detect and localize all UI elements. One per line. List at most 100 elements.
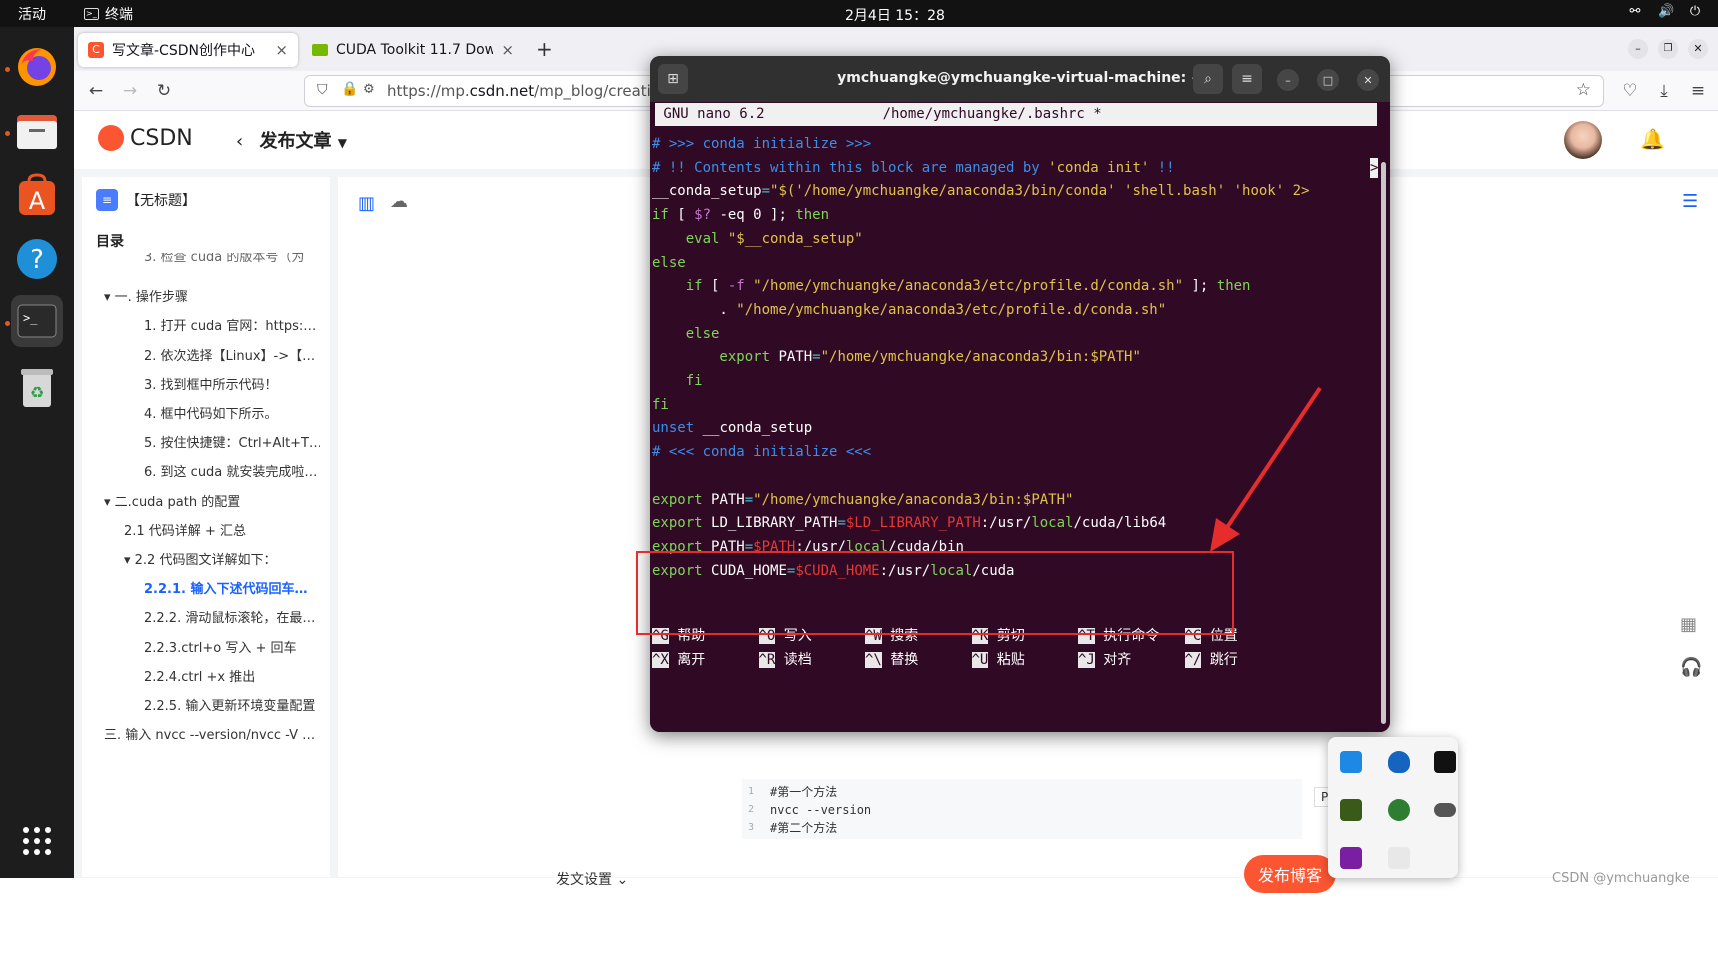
tab-close-icon[interactable]: × xyxy=(275,41,288,59)
window-close-icon[interactable]: ✕ xyxy=(1688,39,1708,59)
reload-icon[interactable]: ↻ xyxy=(152,79,176,103)
tab-cuda[interactable]: CUDA Toolkit 11.7 Downl × xyxy=(302,33,524,67)
publish-settings[interactable]: 发文设置 ⌄ xyxy=(556,869,628,889)
clock[interactable]: 2月4日 15：28 xyxy=(845,5,945,25)
toc-item[interactable]: 2.1 代码详解 + 汇总 xyxy=(124,520,320,539)
bell-icon[interactable]: 🔔 xyxy=(1640,127,1665,151)
window-maximize-icon[interactable]: ❐ xyxy=(1658,39,1678,59)
publish-button[interactable]: 发布博客 xyxy=(1244,855,1336,893)
headset-icon[interactable]: 🎧 xyxy=(1680,657,1702,678)
code-line: unset __conda_setup xyxy=(652,420,813,437)
shield-icon[interactable]: ⛉ xyxy=(317,82,328,98)
code-line: # !! Contents within this block are mana… xyxy=(652,159,1175,176)
code-line: fi xyxy=(652,373,703,389)
toc-item[interactable]: 2.2.3.ctrl+o 写入 + 回车 xyxy=(144,637,320,656)
maximize-icon[interactable]: □ xyxy=(1317,69,1339,91)
code-line: export PATH="/home/ymchuangke/anaconda3/… xyxy=(652,349,1141,366)
svg-text:A: A xyxy=(29,187,46,215)
permissions-icon[interactable]: ⚙ xyxy=(363,82,375,97)
page-title-area[interactable]: ‹ 发布文章 ▼ xyxy=(236,127,347,153)
nano-shortcut: ^J 对齐 xyxy=(1078,652,1132,668)
bitwarden-shield-icon[interactable] xyxy=(1388,751,1410,773)
nvidia-icon[interactable] xyxy=(1340,799,1362,821)
toc-item[interactable]: ▾ 二.cuda path 的配置 xyxy=(104,491,320,510)
app-name: 终端 xyxy=(105,7,133,23)
nano-header: GNU nano 6.2 /home/ymchuangke/.bashrc * xyxy=(655,103,1377,126)
close-icon[interactable]: ✕ xyxy=(1357,69,1379,91)
window-minimize-icon[interactable]: – xyxy=(1628,39,1648,59)
code-line: if [ $? -eq 0 ]; then xyxy=(652,207,830,224)
toc-item[interactable]: 2. 依次选择【Linux】->【… xyxy=(144,345,320,364)
pocket-icon[interactable]: ♡ xyxy=(1618,79,1642,103)
globe-icon[interactable] xyxy=(1388,799,1410,821)
tab-csdn[interactable]: C 写文章-CSDN创作中心 × xyxy=(78,33,298,67)
show-apps-icon[interactable] xyxy=(11,815,63,867)
back-chevron-icon[interactable]: ‹ xyxy=(236,131,243,152)
toc-item[interactable]: ▾ 2.2 代码图文详解如下： xyxy=(124,549,320,568)
doc-title-text: 【无标题】 xyxy=(126,193,196,209)
code-line: fi xyxy=(652,396,669,413)
doc-title[interactable]: ≡ 【无标题】 xyxy=(96,189,196,211)
cloud-icon[interactable] xyxy=(1434,803,1456,817)
toc-item[interactable]: 1. 打开 cuda 官网：https:… xyxy=(144,315,320,334)
toc-item[interactable]: 5. 按住快捷键：Ctrl+Alt+T… xyxy=(144,432,320,451)
terminal-dock-icon[interactable]: >_ xyxy=(11,295,63,347)
toc-item[interactable]: 三. 输入 nvcc --version/nvcc -V … xyxy=(104,724,320,743)
media-play-icon[interactable] xyxy=(1388,847,1410,869)
page-title: 发布文章 xyxy=(259,131,332,152)
search-icon[interactable]: ⌕ xyxy=(1193,64,1223,94)
cloud-save-icon[interactable]: ☁ xyxy=(390,191,408,212)
csdn-logo[interactable]: CSDN xyxy=(98,125,193,151)
files-icon[interactable] xyxy=(11,105,63,157)
toc-item[interactable]: 3. 找到框中所示代码！ xyxy=(144,374,320,393)
defender-warning-icon[interactable] xyxy=(1340,751,1362,773)
sidebar-toggle-icon[interactable]: ▥ xyxy=(358,193,375,214)
toc-item[interactable]: 2.2.4.ctrl +x 推出 xyxy=(144,666,320,685)
help-icon[interactable]: ? xyxy=(11,233,63,285)
lock-icon[interactable]: 🔒 xyxy=(341,81,358,97)
bookmark-star-icon[interactable]: ☆ xyxy=(1576,80,1591,100)
back-arrow-icon[interactable]: ← xyxy=(84,79,108,103)
trash-icon[interactable]: ♻ xyxy=(11,361,63,413)
svg-text:?: ? xyxy=(30,245,44,275)
app-center-icon[interactable]: A xyxy=(11,169,63,221)
qrcode-icon[interactable]: ▦ xyxy=(1680,614,1702,635)
nvidia-favicon-icon xyxy=(312,44,328,56)
running-indicator xyxy=(5,131,10,136)
power-icon: ⏻ xyxy=(1689,4,1701,19)
forward-arrow-icon[interactable]: → xyxy=(118,79,142,103)
tab-title: 写文章-CSDN创作中心 xyxy=(112,43,255,59)
outline-icon[interactable]: ☰ xyxy=(1682,191,1698,212)
minimize-icon[interactable]: – xyxy=(1277,69,1299,91)
running-indicator xyxy=(5,321,10,326)
hamburger-menu-icon[interactable]: ≡ xyxy=(1232,64,1262,94)
avatar[interactable] xyxy=(1564,121,1602,159)
new-tab-button[interactable]: + xyxy=(536,37,553,61)
toc-item[interactable]: ▾ 一. 操作步骤 xyxy=(104,286,320,305)
toc-item[interactable]: 6. 到这 cuda 就安装完成啦… xyxy=(144,461,320,480)
app-menu[interactable]: >_ 终端 xyxy=(84,4,133,24)
menu-icon[interactable]: ≡ xyxy=(1686,79,1710,103)
toc-item[interactable]: 2.2.1. 输入下述代码回车… xyxy=(144,578,320,597)
firefox-icon[interactable] xyxy=(11,41,63,93)
snippet-line-numbers: 123 xyxy=(748,786,755,833)
tab-close-icon[interactable]: × xyxy=(501,41,514,59)
toc-item[interactable]: 3. 检查 cuda 的版本号（为 xyxy=(144,253,320,265)
code-snippet[interactable]: 123 #第一个方法nvcc --version#第二个方法 Plain xyxy=(742,779,1358,839)
downloads-icon[interactable]: ⤓ xyxy=(1652,79,1676,103)
annotation-arrow xyxy=(1210,386,1322,552)
line-overflow-marker: > xyxy=(1370,158,1379,178)
toc-item[interactable]: 4. 框中代码如下所示。 xyxy=(144,403,320,422)
terminal-scrollbar[interactable] xyxy=(1381,162,1386,724)
system-tray[interactable]: ⚯ 🔊 ⏻ xyxy=(1628,4,1702,19)
activities-button[interactable]: 活动 xyxy=(18,4,46,24)
toc-item[interactable]: 2.2.5. 输入更新环境变量配置 xyxy=(144,695,320,714)
chevron-down-icon[interactable]: ▼ xyxy=(338,136,347,150)
onenote-icon[interactable] xyxy=(1340,847,1362,869)
toc-item[interactable]: 2.2.2. 滑动鼠标滚轮，在最… xyxy=(144,607,320,626)
app-tile-icon[interactable] xyxy=(1434,751,1456,773)
url-path: /mp_blog/creatio xyxy=(534,82,661,100)
volume-icon: 🔊 xyxy=(1658,4,1675,19)
toc-label: 目录 xyxy=(96,234,124,250)
code-line: export LD_LIBRARY_PATH=$LD_LIBRARY_PATH:… xyxy=(652,515,1167,532)
